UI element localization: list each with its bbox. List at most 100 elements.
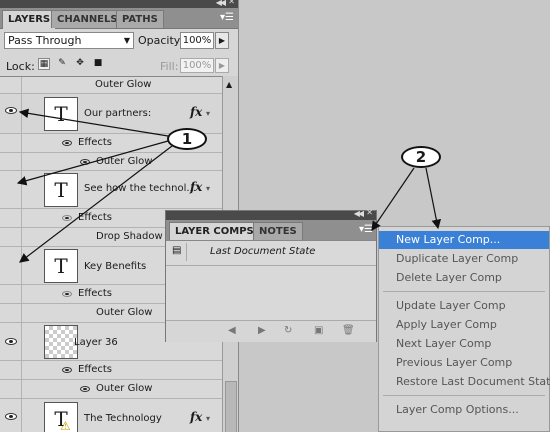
visibility-cell[interactable] [0, 77, 22, 93]
effects-label: Effects [78, 364, 112, 375]
text-layer-thumbnail: T [44, 173, 78, 207]
menu-apply-layer-comp[interactable]: Apply Layer Comp [379, 316, 549, 334]
visibility-cell[interactable] [0, 399, 22, 432]
previous-comp-icon[interactable]: ◀ [228, 325, 236, 336]
blend-mode-select[interactable]: Pass Through ▼ [4, 32, 134, 49]
opacity-field[interactable]: 100% [180, 32, 214, 49]
opacity-label: Opacity: [138, 34, 184, 47]
callout-1: 1 [167, 128, 207, 150]
visibility-cell[interactable] [0, 153, 22, 170]
comp-row-last-state[interactable]: ▤ Last Document State [166, 241, 376, 266]
menu-layer-comp-options[interactable]: Layer Comp Options... [379, 401, 549, 419]
effect-row[interactable]: Outer Glow [0, 380, 222, 399]
visibility-cell[interactable] [0, 285, 22, 303]
layer-comps-panel: ◀◀ ✕ LAYER COMPS NOTES ▾☰ ▤ Last Documen… [165, 208, 377, 342]
menu-duplicate-layer-comp[interactable]: Duplicate Layer Comp [379, 250, 549, 268]
scroll-up-icon[interactable]: ▲ [226, 80, 232, 89]
panel-title-bar[interactable]: ◀◀ ✕ [166, 208, 376, 220]
layer-name: Key Benefits [84, 261, 147, 272]
visibility-cell[interactable] [0, 304, 22, 322]
eye-icon[interactable] [62, 215, 72, 221]
visibility-cell[interactable] [0, 171, 22, 208]
opacity-slider-button[interactable]: ▶ [215, 32, 229, 49]
expand-effects-icon[interactable]: ▾ [206, 414, 210, 423]
lock-position-icon[interactable]: ✥ [74, 58, 86, 70]
fill-field[interactable]: 100% [180, 58, 214, 73]
collapse-icon[interactable]: ◀◀ [216, 0, 226, 7]
effect-label: Outer Glow [96, 307, 153, 318]
collapse-icon[interactable]: ◀◀ [354, 209, 364, 218]
comps-toolbar: ◀ ▶ ↻ ▣ 🗑 [166, 320, 376, 342]
layers-tab-bar: LAYERS CHANNELS PATHS [0, 8, 238, 29]
menu-delete-layer-comp[interactable]: Delete Layer Comp [379, 269, 549, 287]
layer-row-the-technology[interactable]: T ⚠ The Technology fx ▾ [0, 399, 222, 432]
close-icon[interactable]: ✕ [228, 0, 235, 6]
update-comp-icon[interactable]: ↻ [284, 325, 292, 336]
effect-label: Outer Glow [95, 79, 152, 90]
menu-restore-last-document-state[interactable]: Restore Last Document State [379, 373, 550, 391]
lock-pixels-icon[interactable]: ✎ [56, 58, 68, 70]
effect-row[interactable]: Outer Glow [0, 77, 222, 94]
visibility-cell[interactable] [0, 361, 22, 379]
menu-new-layer-comp[interactable]: New Layer Comp... [379, 231, 549, 249]
close-icon[interactable]: ✕ [366, 208, 373, 217]
eye-icon[interactable] [5, 338, 17, 345]
visibility-cell[interactable] [0, 380, 22, 398]
menu-next-layer-comp[interactable]: Next Layer Comp [379, 335, 549, 353]
panel-menu-icon[interactable]: ▾☰ [359, 224, 373, 235]
effects-label: Effects [78, 288, 112, 299]
layer-name: Layer 36 [74, 337, 118, 348]
layer-name: See how the technol... [84, 183, 196, 194]
tab-paths[interactable]: PATHS [116, 10, 164, 28]
eye-icon[interactable] [80, 159, 90, 165]
panel-title-bar[interactable]: ◀◀ ✕ [0, 0, 238, 8]
scroll-thumb[interactable] [225, 381, 237, 432]
lock-transparency-icon[interactable]: ▦ [38, 58, 50, 70]
effects-row[interactable]: Effects [0, 361, 222, 380]
fx-icon: fx [190, 105, 203, 119]
image-layer-thumbnail [44, 325, 78, 359]
tab-notes[interactable]: NOTES [253, 222, 303, 240]
lock-all-icon[interactable]: ■ [92, 58, 104, 70]
eye-icon[interactable] [62, 140, 72, 146]
comps-tab-bar: LAYER COMPS NOTES ▾☰ [166, 220, 376, 241]
visibility-cell[interactable] [0, 94, 22, 133]
visibility-cell[interactable] [0, 228, 22, 246]
tab-channels[interactable]: CHANNELS [51, 10, 124, 28]
comps-list: ▤ Last Document State [166, 240, 376, 321]
new-comp-icon[interactable]: ▣ [314, 325, 323, 336]
eye-icon[interactable] [62, 367, 72, 373]
layer-row-see-how[interactable]: T See how the technol... fx ▾ [0, 171, 222, 209]
warning-icon: ⚠ [60, 419, 71, 432]
panel-menu-icon[interactable]: ▾☰ [220, 12, 234, 23]
tab-layers[interactable]: LAYERS [2, 10, 57, 29]
visibility-cell[interactable] [0, 323, 22, 360]
menu-previous-layer-comp[interactable]: Previous Layer Comp [379, 354, 549, 372]
layer-name: The Technology [84, 413, 162, 424]
eye-icon[interactable] [62, 291, 72, 297]
fill-slider-button[interactable]: ▶ [215, 58, 229, 73]
visibility-cell[interactable] [0, 247, 22, 284]
effects-label: Effects [78, 212, 112, 223]
document-icon: ▤ [172, 245, 182, 256]
text-layer-thumbnail: T [44, 97, 78, 131]
eye-icon[interactable] [5, 107, 17, 114]
lock-label: Lock: [6, 60, 35, 73]
menu-update-layer-comp[interactable]: Update Layer Comp [379, 297, 549, 315]
tab-layer-comps[interactable]: LAYER COMPS [169, 222, 260, 241]
visibility-cell[interactable]: ▤ [168, 243, 187, 261]
fx-icon: fx [190, 180, 203, 194]
expand-effects-icon[interactable]: ▾ [206, 109, 210, 118]
callout-2: 2 [401, 146, 441, 168]
visibility-cell[interactable] [0, 134, 22, 152]
menu-separator [383, 395, 545, 396]
eye-icon[interactable] [5, 413, 17, 420]
effect-label: Drop Shadow [96, 231, 163, 242]
effect-row[interactable]: Outer Glow [0, 153, 222, 171]
expand-effects-icon[interactable]: ▾ [206, 184, 210, 193]
eye-icon[interactable] [80, 386, 90, 392]
next-comp-icon[interactable]: ▶ [258, 325, 266, 336]
trash-icon[interactable]: 🗑 [342, 325, 355, 336]
effects-label: Effects [78, 137, 112, 148]
visibility-cell[interactable] [0, 209, 22, 227]
